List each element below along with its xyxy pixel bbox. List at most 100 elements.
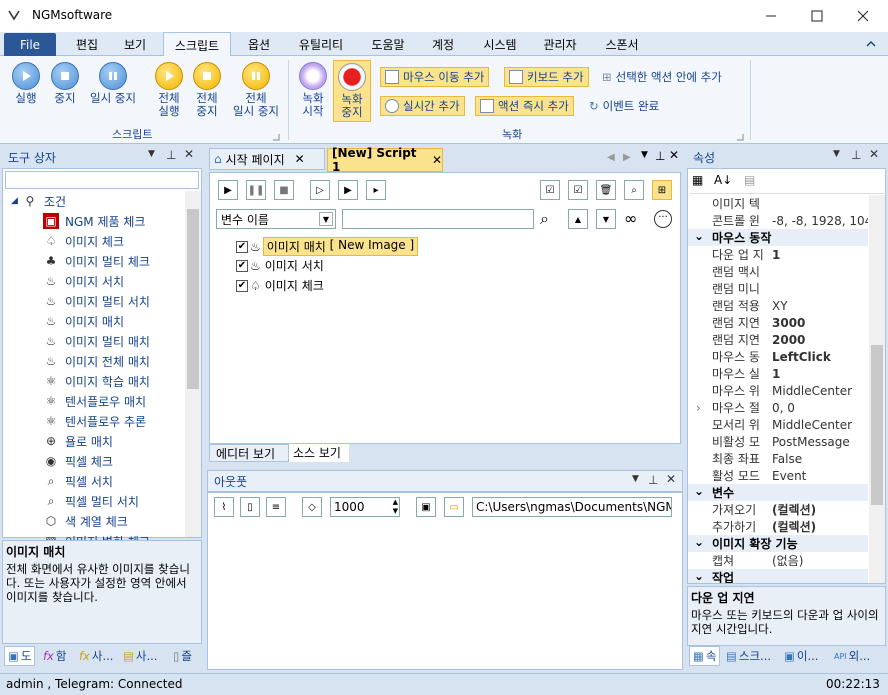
run-button[interactable]: 실행: [8, 62, 44, 105]
search-icon[interactable]: ⌕: [624, 180, 644, 200]
collapse-icon[interactable]: ◢: [11, 196, 18, 206]
pause-icon[interactable]: ❚❚: [246, 180, 266, 200]
property-row[interactable]: 마우스 실 1: [688, 365, 868, 382]
move-up-icon[interactable]: ▲: [568, 209, 588, 229]
property-row[interactable]: 랜덤 적용 XY: [688, 297, 868, 314]
menu-options[interactable]: 옵션: [236, 32, 282, 56]
step-icon[interactable]: ▷: [310, 180, 330, 200]
toolbox-item[interactable]: ⬡ 색 계열 체크: [43, 511, 128, 531]
list-icon[interactable]: ≡: [266, 497, 286, 517]
search-icon[interactable]: ⌕: [540, 209, 549, 229]
save-icon[interactable]: ▣: [416, 497, 436, 517]
menu-help[interactable]: 도움말: [362, 32, 414, 56]
play-icon[interactable]: ▶: [218, 180, 238, 200]
pin-icon[interactable]: ⊥: [166, 148, 176, 162]
close-icon[interactable]: ✕: [869, 147, 879, 161]
menu-utility[interactable]: 유틸리티: [288, 32, 354, 56]
tab-function[interactable]: fx 함: [40, 646, 69, 666]
action-row-image-search[interactable]: ✔ ♨ 이미지 서치: [236, 257, 324, 274]
loop-icon[interactable]: ∞: [624, 209, 637, 228]
stepper-icon[interactable]: ▲ ▼: [393, 498, 398, 516]
broom-icon[interactable]: ⌇: [214, 497, 234, 517]
eraser-icon[interactable]: ◇: [302, 497, 322, 517]
tree-view-icon[interactable]: ⊞: [652, 180, 672, 200]
property-value[interactable]: (컬렉션): [772, 501, 816, 518]
toolbox-item[interactable]: ♨ 이미지 멀티 매치: [43, 331, 150, 351]
scrollbar-thumb[interactable]: [187, 209, 199, 389]
property-row[interactable]: 랜덤 지연 3000: [688, 314, 868, 331]
dropdown-icon[interactable]: ▼: [833, 149, 840, 159]
dropdown-icon[interactable]: ▼: [641, 150, 648, 160]
collapse-ribbon-icon[interactable]: [864, 37, 878, 51]
property-row[interactable]: 콘트롤 윈 -8, -8, 1928, 1048: [688, 212, 868, 229]
property-value[interactable]: 3000: [772, 316, 805, 330]
property-row[interactable]: 최종 좌표 False: [688, 450, 868, 467]
toolbox-search-input[interactable]: [5, 171, 199, 189]
scrollbar-thumb[interactable]: [871, 345, 883, 505]
tab-image[interactable]: ▣ 이...: [781, 646, 821, 666]
toolbox-item[interactable]: ♨ 이미지 서치: [43, 271, 124, 291]
add-mouse-move-button[interactable]: 마우스 이동 추가: [380, 67, 490, 87]
property-value[interactable]: (없음): [772, 552, 803, 569]
check-all-icon[interactable]: ☑: [540, 180, 560, 200]
toolbox-item[interactable]: ♨ 이미지 전체 매치: [43, 351, 150, 371]
tab-user-function[interactable]: fx 사...: [76, 646, 116, 666]
tab-properties[interactable]: ▦ 속: [689, 646, 721, 666]
property-row[interactable]: 이미지 텍: [688, 195, 868, 212]
property-value[interactable]: XY: [772, 299, 788, 313]
count-input[interactable]: 1000 ▲ ▼: [330, 497, 400, 517]
toolbox-item[interactable]: ⊕ 욜로 매치: [43, 431, 113, 451]
pin-icon[interactable]: ⊥: [655, 149, 665, 163]
delete-icon[interactable]: 🗑: [596, 180, 616, 200]
minimize-button[interactable]: [748, 0, 794, 32]
expand-icon[interactable]: ›: [696, 401, 701, 415]
stop-all-button[interactable]: 전체 중지: [190, 62, 224, 118]
tab-user[interactable]: ▤ 사...: [120, 646, 160, 666]
property-pages-icon[interactable]: ▤: [744, 173, 755, 187]
add-inside-action-button[interactable]: ⊞ 선택한 액션 안에 추가: [598, 67, 726, 87]
record-stop-button[interactable]: 녹화 중지: [333, 60, 371, 122]
toolbox-item[interactable]: ⚛ 이미지 학습 매치: [43, 371, 150, 391]
property-value[interactable]: False: [772, 452, 802, 466]
property-row[interactable]: 랜덤 지연 2000: [688, 331, 868, 348]
tree-root-condition[interactable]: ◢ ⚲ 조건: [11, 191, 66, 211]
property-category[interactable]: ⌄ 이미지 확장 기능: [688, 535, 868, 552]
maximize-button[interactable]: [794, 0, 840, 32]
toolbox-item[interactable]: ♤ 이미지 체크: [43, 231, 124, 251]
toolbox-item[interactable]: ⚛ 텐서플로우 추론: [43, 411, 147, 431]
menu-sponsor[interactable]: 스폰서: [596, 32, 648, 56]
menu-script[interactable]: 스크립트: [163, 32, 231, 57]
property-value[interactable]: PostMessage: [772, 435, 850, 449]
pause-button[interactable]: 일시 중지: [86, 62, 140, 105]
property-row[interactable]: 활성 모드 Event: [688, 467, 868, 484]
property-row[interactable]: 마우스 동 LeftClick: [688, 348, 868, 365]
property-row[interactable]: › 마우스 절 0, 0: [688, 399, 868, 416]
step-over-icon[interactable]: ▸: [366, 180, 386, 200]
step-into-icon[interactable]: ▶: [338, 180, 358, 200]
stop-button[interactable]: 중지: [48, 62, 82, 105]
doc-settings-icon[interactable]: ▯: [240, 497, 260, 517]
menu-system[interactable]: 시스템: [472, 32, 528, 56]
property-row[interactable]: 비활성 모 PostMessage: [688, 433, 868, 450]
categorized-icon[interactable]: ▦: [692, 173, 703, 187]
variable-select[interactable]: 변수 이름 ▼: [216, 209, 336, 229]
checkbox[interactable]: ✔: [236, 259, 248, 272]
action-row-image-check[interactable]: ✔ ♤ 이미지 체크: [236, 277, 324, 294]
property-row[interactable]: 랜덤 미니: [688, 280, 868, 297]
menu-admin[interactable]: 관리자: [534, 32, 586, 56]
toolbox-item[interactable]: ▣ NGM 제품 체크: [43, 211, 145, 231]
toolbox-item[interactable]: ♨ 이미지 매치: [43, 311, 124, 331]
property-value[interactable]: MiddleCenter: [772, 418, 852, 432]
dialog-launcher-icon[interactable]: [272, 130, 280, 141]
property-value[interactable]: 0, 0: [772, 401, 795, 415]
property-row[interactable]: 캡쳐 (없음): [688, 552, 868, 569]
close-icon[interactable]: ✕: [666, 472, 676, 486]
tab-right-icon[interactable]: ▶: [623, 152, 631, 163]
tab-editor-view[interactable]: 에디터 보기: [209, 444, 289, 462]
toolbox-item[interactable]: ⌕ 픽셀 서치: [43, 471, 113, 491]
action-row-image-match[interactable]: ✔ ♨ 이미지 매치 [ New Image ]: [236, 237, 419, 256]
collapse-icon[interactable]: ⌄: [694, 535, 704, 549]
dropdown-icon[interactable]: ▼: [148, 149, 155, 159]
tab-toolbox[interactable]: ▣ 도: [4, 646, 36, 666]
dialog-launcher-icon[interactable]: [736, 130, 744, 141]
